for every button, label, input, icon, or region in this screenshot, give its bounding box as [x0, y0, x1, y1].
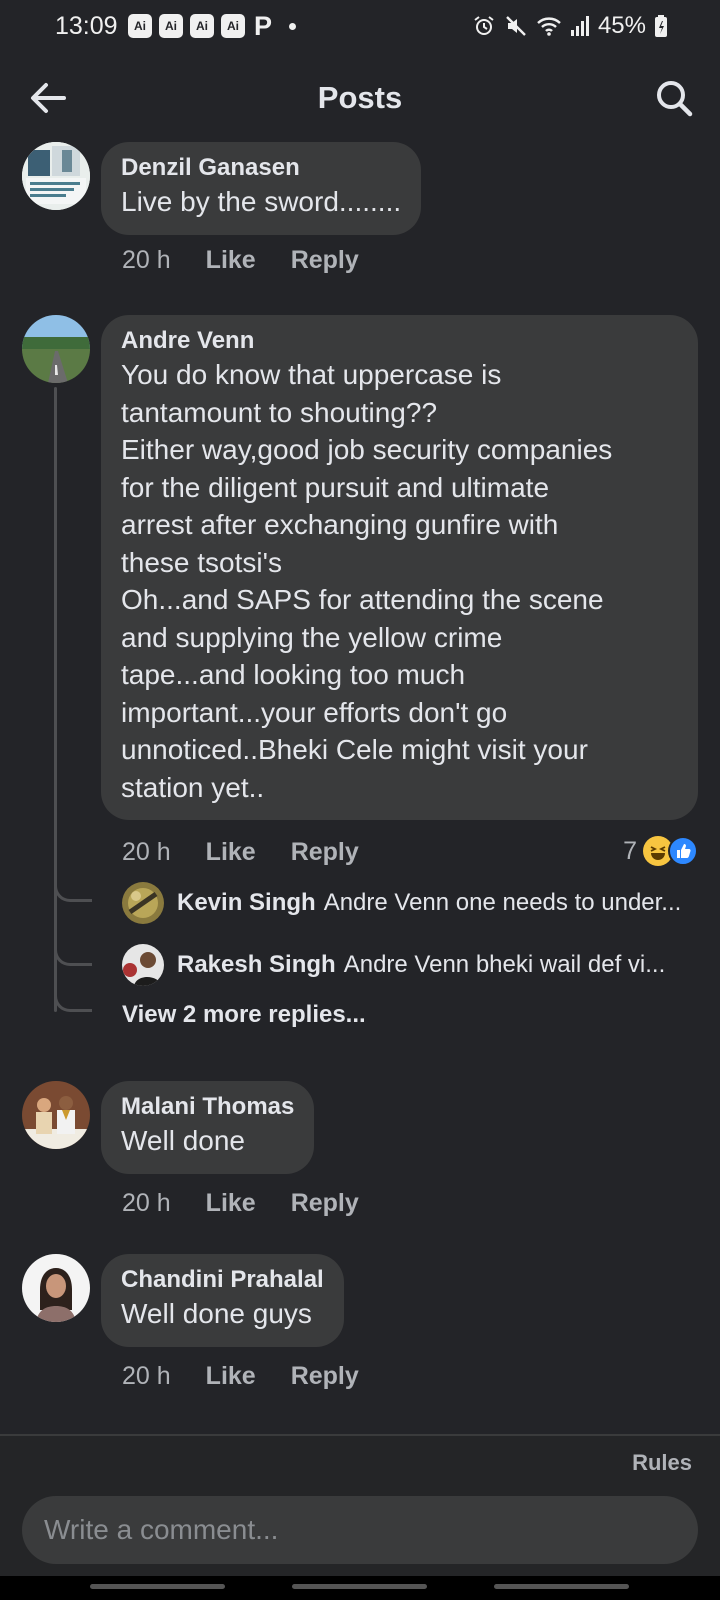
- comment-line: for the diligent pursuit and ultimate: [121, 471, 550, 503]
- comment-line: Either way,good job security companies: [121, 434, 613, 465]
- comment-actions: 20 h Like Reply: [122, 246, 394, 275]
- reply-button[interactable]: Reply: [291, 1189, 359, 1218]
- system-navigation-bar: [0, 1576, 720, 1600]
- reply-branch: [54, 982, 92, 1012]
- avatar[interactable]: [122, 944, 164, 986]
- top-app-bar: Posts: [0, 62, 720, 134]
- avatar[interactable]: [22, 1081, 90, 1149]
- profile-photo: [22, 1081, 90, 1149]
- thread-line: [54, 387, 57, 1012]
- comment-bubble[interactable]: Andre Venn You do know that uppercase is…: [101, 315, 698, 820]
- reply-branch: [54, 936, 92, 966]
- avatar[interactable]: [22, 142, 90, 210]
- system-icons: 45%: [472, 12, 668, 40]
- comment-bubble[interactable]: Chandini Prahalal Well done guys: [101, 1254, 344, 1347]
- status-bar: 13:09 Ai Ai Ai Ai P 45%: [0, 0, 720, 56]
- battery-percent: 45%: [597, 12, 646, 39]
- nav-back[interactable]: [494, 1584, 629, 1589]
- signal-icon: [570, 16, 589, 36]
- p-notification-icon: P: [254, 11, 273, 41]
- reply-author[interactable]: Kevin Singh: [177, 889, 316, 917]
- profile-photo: [22, 1254, 90, 1322]
- battery-icon: [655, 15, 667, 37]
- more-notifications-dot: [289, 22, 297, 30]
- wifi-icon: [537, 17, 561, 36]
- reply-preview[interactable]: Kevin Singh Andre Venn one needs to unde…: [122, 882, 692, 924]
- comment-line: station yet..: [121, 771, 265, 803]
- comment-actions: 20 h Like Reply: [122, 838, 394, 867]
- ai-notification-icon: Ai: [221, 14, 245, 38]
- profile-photo: [122, 944, 164, 986]
- comment-author[interactable]: Chandini Prahalal: [121, 1265, 324, 1295]
- comment-line: arrest after exchanging gunfire with: [121, 509, 559, 540]
- comment-line: these tsotsi's: [121, 546, 282, 578]
- comment-line: and supplying the yellow crime: [121, 621, 503, 653]
- reply-button[interactable]: Reply: [291, 246, 359, 275]
- status-time: 13:09: [55, 12, 118, 40]
- comment-time: 20 h: [122, 246, 171, 274]
- reaction-count: 7: [623, 836, 637, 865]
- avatar[interactable]: [22, 1254, 90, 1322]
- profile-photo: [22, 315, 90, 383]
- comment-author[interactable]: Andre Venn: [121, 326, 678, 356]
- comment-actions: 20 h Like Reply: [122, 1362, 394, 1391]
- mute-icon: [506, 16, 526, 36]
- nav-recent-apps[interactable]: [90, 1584, 225, 1589]
- search-icon: [657, 81, 693, 117]
- reaction-summary[interactable]: 7: [623, 836, 698, 866]
- comment-actions: 20 h Like Reply: [122, 1189, 394, 1218]
- reply-author[interactable]: Rakesh Singh: [177, 951, 336, 979]
- reply-branch: [54, 872, 92, 902]
- nav-home[interactable]: [292, 1584, 427, 1589]
- alarm-icon: [474, 16, 494, 35]
- comment-input[interactable]: [22, 1496, 698, 1564]
- reply-button[interactable]: Reply: [291, 1362, 359, 1391]
- search-button[interactable]: [652, 76, 696, 120]
- avatar[interactable]: [22, 315, 90, 383]
- reply-preview[interactable]: Rakesh Singh Andre Venn bheki wail def v…: [122, 944, 692, 986]
- rules-link[interactable]: Rules: [632, 1450, 692, 1476]
- profile-photo: [22, 142, 90, 210]
- comment-time: 20 h: [122, 1189, 171, 1217]
- comment-line: Oh...and SAPS for attending the scene: [121, 584, 604, 615]
- comment-bubble[interactable]: Malani Thomas Well done: [101, 1081, 315, 1174]
- comment-line: unnoticed..Bheki Cele might visit your: [121, 734, 588, 765]
- avatar[interactable]: [122, 882, 164, 924]
- comment-line: You do know that uppercase is: [121, 359, 502, 390]
- comment-text: You do know that uppercase is tantamount…: [121, 356, 678, 806]
- reply-button[interactable]: Reply: [291, 838, 359, 867]
- comment-text: Live by the sword........: [121, 186, 402, 217]
- comment-line: important...your efforts don't go: [121, 696, 508, 728]
- ai-notification-icon: Ai: [128, 14, 152, 38]
- reply-snippet: Andre Venn one needs to under...: [323, 889, 682, 916]
- view-more-replies-link[interactable]: View 2 more replies...: [122, 1001, 366, 1029]
- comment-author[interactable]: Denzil Ganasen: [121, 153, 401, 183]
- ai-notification-icon: Ai: [159, 14, 183, 38]
- like-emoji-icon: [668, 836, 698, 866]
- notification-icons: Ai Ai Ai Ai P: [128, 11, 297, 41]
- comment-time: 20 h: [122, 1362, 171, 1390]
- like-button[interactable]: Like: [206, 1189, 256, 1218]
- like-button[interactable]: Like: [206, 838, 256, 867]
- reply-snippet: Andre Venn bheki wail def vi...: [343, 951, 666, 978]
- comment-bubble[interactable]: Denzil Ganasen Live by the sword........: [101, 142, 422, 235]
- comment-line: tantamount to shouting??: [121, 396, 438, 428]
- profile-photo: [122, 882, 164, 924]
- comment-time: 20 h: [122, 838, 171, 866]
- like-button[interactable]: Like: [206, 1362, 256, 1391]
- ai-notification-icon: Ai: [190, 14, 214, 38]
- page-title: Posts: [317, 80, 403, 115]
- like-button[interactable]: Like: [206, 246, 256, 275]
- comment-author[interactable]: Malani Thomas: [121, 1092, 294, 1122]
- comment-line: tape...and looking too much: [121, 659, 466, 690]
- comment-text: Well done guys: [121, 1298, 312, 1329]
- comment-text: Well done: [121, 1125, 246, 1156]
